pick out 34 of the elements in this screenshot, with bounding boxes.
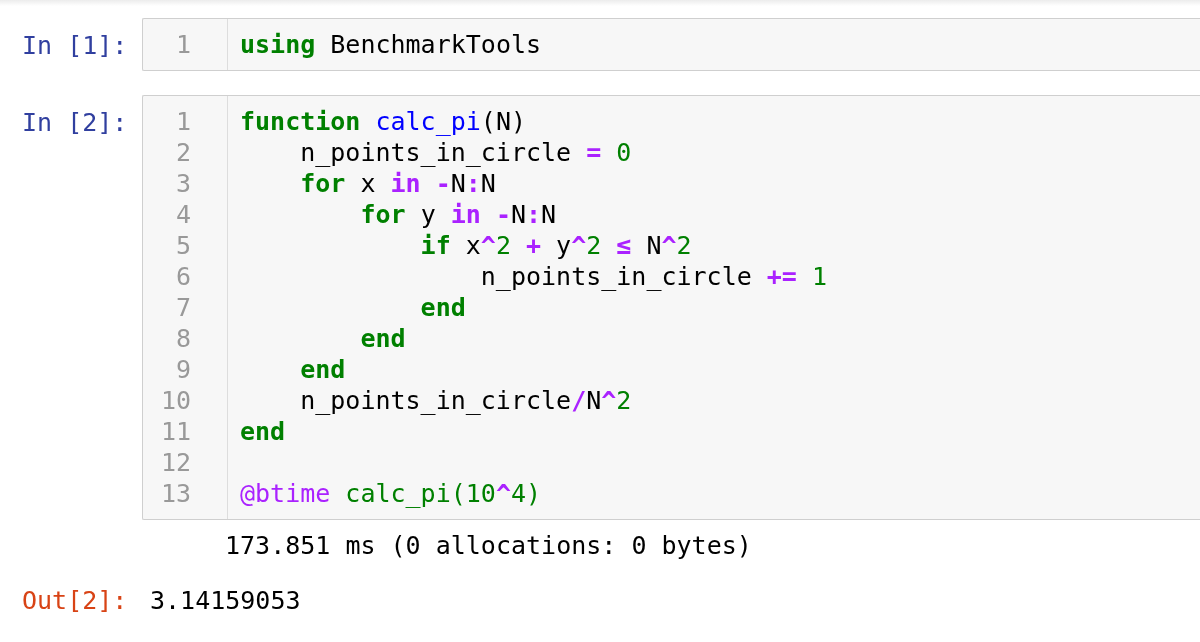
- code-line: n_points_in_circle = 0: [299, 138, 632, 167]
- code-line: n_points_in_circle += 1: [479, 262, 827, 291]
- code-line: end: [359, 324, 406, 353]
- output-value: 3.14159053: [149, 585, 301, 616]
- line-number: 12: [160, 447, 191, 478]
- line-number: 13: [160, 478, 191, 509]
- code-line: for x in -N:N: [299, 169, 496, 198]
- line-number: 6: [175, 261, 191, 292]
- line-number: 3: [175, 168, 191, 199]
- line-number: 2: [175, 137, 191, 168]
- line-number: 10: [160, 385, 191, 416]
- code-line: end: [419, 293, 466, 322]
- output-text: 173.851 ms (0 allocations: 0 bytes): [225, 531, 752, 560]
- line-number: 1: [175, 29, 191, 60]
- line-number: 9: [175, 354, 191, 385]
- code-line: if x^2 + y^2 ≤ N^2: [419, 231, 692, 260]
- line-number: 4: [175, 199, 191, 230]
- code-editor[interactable]: 1 using BenchmarkTools: [142, 18, 1200, 71]
- input-prompt: In [2]:: [21, 107, 129, 138]
- code-editor[interactable]: [142, 95, 1200, 520]
- code-line: end: [299, 355, 346, 384]
- code-line: @btime calc_pi(10^4): [240, 479, 542, 508]
- line-number: 11: [160, 416, 191, 447]
- output-prompt: Out[2]:: [21, 585, 129, 616]
- code-line: end: [240, 417, 286, 446]
- code-line: using BenchmarkTools: [240, 30, 542, 59]
- code-line: for y in -N:N: [359, 200, 557, 229]
- input-prompt: In [1]:: [21, 30, 129, 61]
- line-number: 5: [175, 230, 191, 261]
- line-number: 1: [175, 106, 191, 137]
- code-line: n_points_in_circle/N^2: [299, 386, 632, 415]
- line-number: 7: [175, 292, 191, 323]
- code-line: function calc_pi(N): [240, 107, 526, 136]
- line-number: 8: [175, 323, 191, 354]
